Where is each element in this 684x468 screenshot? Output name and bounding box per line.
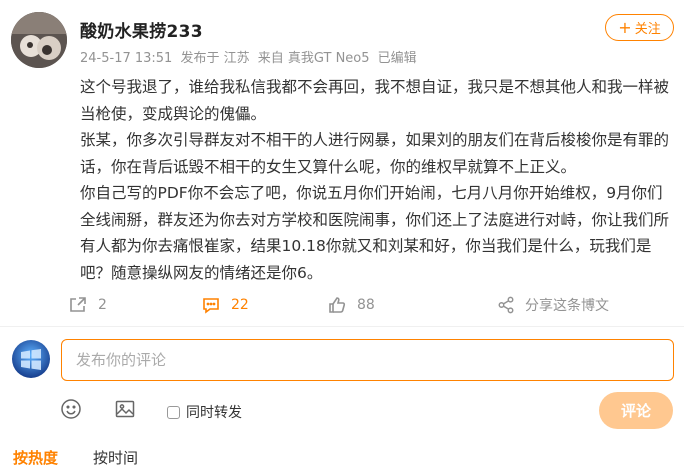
post-actions: 2 22 88 分享这条博文: [0, 288, 684, 322]
comment-icon: [203, 298, 219, 314]
repost-icon: [70, 297, 86, 312]
post-paragraph: 这个号我退了，谁给我私信我都不会再回，我不想自证，我只是不想其他人和我一样被当枪…: [80, 78, 670, 123]
share-button[interactable]: 分享这条博文: [497, 288, 609, 322]
post-paragraph: 张某，你多次引导群友对不相干的人进行网暴，如果刘的朋友们在背后梭梭你是有罪的话，…: [80, 131, 670, 176]
repost-button[interactable]: 2: [68, 288, 107, 322]
comment-button[interactable]: 22: [201, 288, 249, 322]
author-name[interactable]: 酸奶水果捞233: [80, 17, 203, 42]
author-avatar[interactable]: [11, 12, 67, 68]
checkbox[interactable]: [167, 405, 180, 419]
emoji-button[interactable]: [60, 398, 82, 424]
post-time[interactable]: 24-5-17 13:51: [80, 51, 172, 66]
plus-icon: +: [618, 17, 632, 37]
post-location: 发布于 江苏: [180, 51, 250, 66]
follow-button[interactable]: + 关注: [605, 14, 674, 41]
divider: [0, 326, 684, 327]
share-label: 分享这条博文: [525, 298, 609, 314]
post-edited: 已编辑: [377, 51, 417, 66]
follow-label: 关注: [634, 22, 661, 37]
sort-by-time-tab[interactable]: 按时间: [93, 447, 138, 468]
sort-by-hot-tab[interactable]: 按热度: [13, 447, 58, 468]
like-count: 88: [357, 297, 375, 313]
like-button[interactable]: 88: [327, 288, 375, 322]
image-button[interactable]: [114, 398, 136, 424]
submit-comment-button[interactable]: 评论: [599, 392, 673, 429]
like-icon: [329, 297, 346, 313]
image-icon: [115, 400, 135, 418]
post-device: 来自 真我GT Neo5: [257, 51, 370, 66]
repost-count: 2: [98, 297, 107, 313]
post-paragraph: 你自己写的PDF你不会忘了吧，你说五月你们开始闹，七月八月你开始维权，9月你们全…: [80, 184, 670, 282]
comment-count: 22: [231, 297, 249, 313]
emoji-icon: [61, 399, 81, 419]
comment-input[interactable]: [61, 339, 674, 381]
post-meta: 24-5-17 13:51 发布于 江苏 来自 真我GT Neo5 已编辑: [80, 47, 421, 66]
repost-checkbox[interactable]: 同时转发: [167, 402, 242, 422]
user-avatar: [12, 340, 50, 378]
post-content: 这个号我退了，谁给我私信我都不会再回，我不想自证，我只是不想其他人和我一样被当枪…: [80, 74, 676, 286]
repost-checkbox-label: 同时转发: [186, 405, 242, 421]
share-icon: [498, 296, 514, 314]
